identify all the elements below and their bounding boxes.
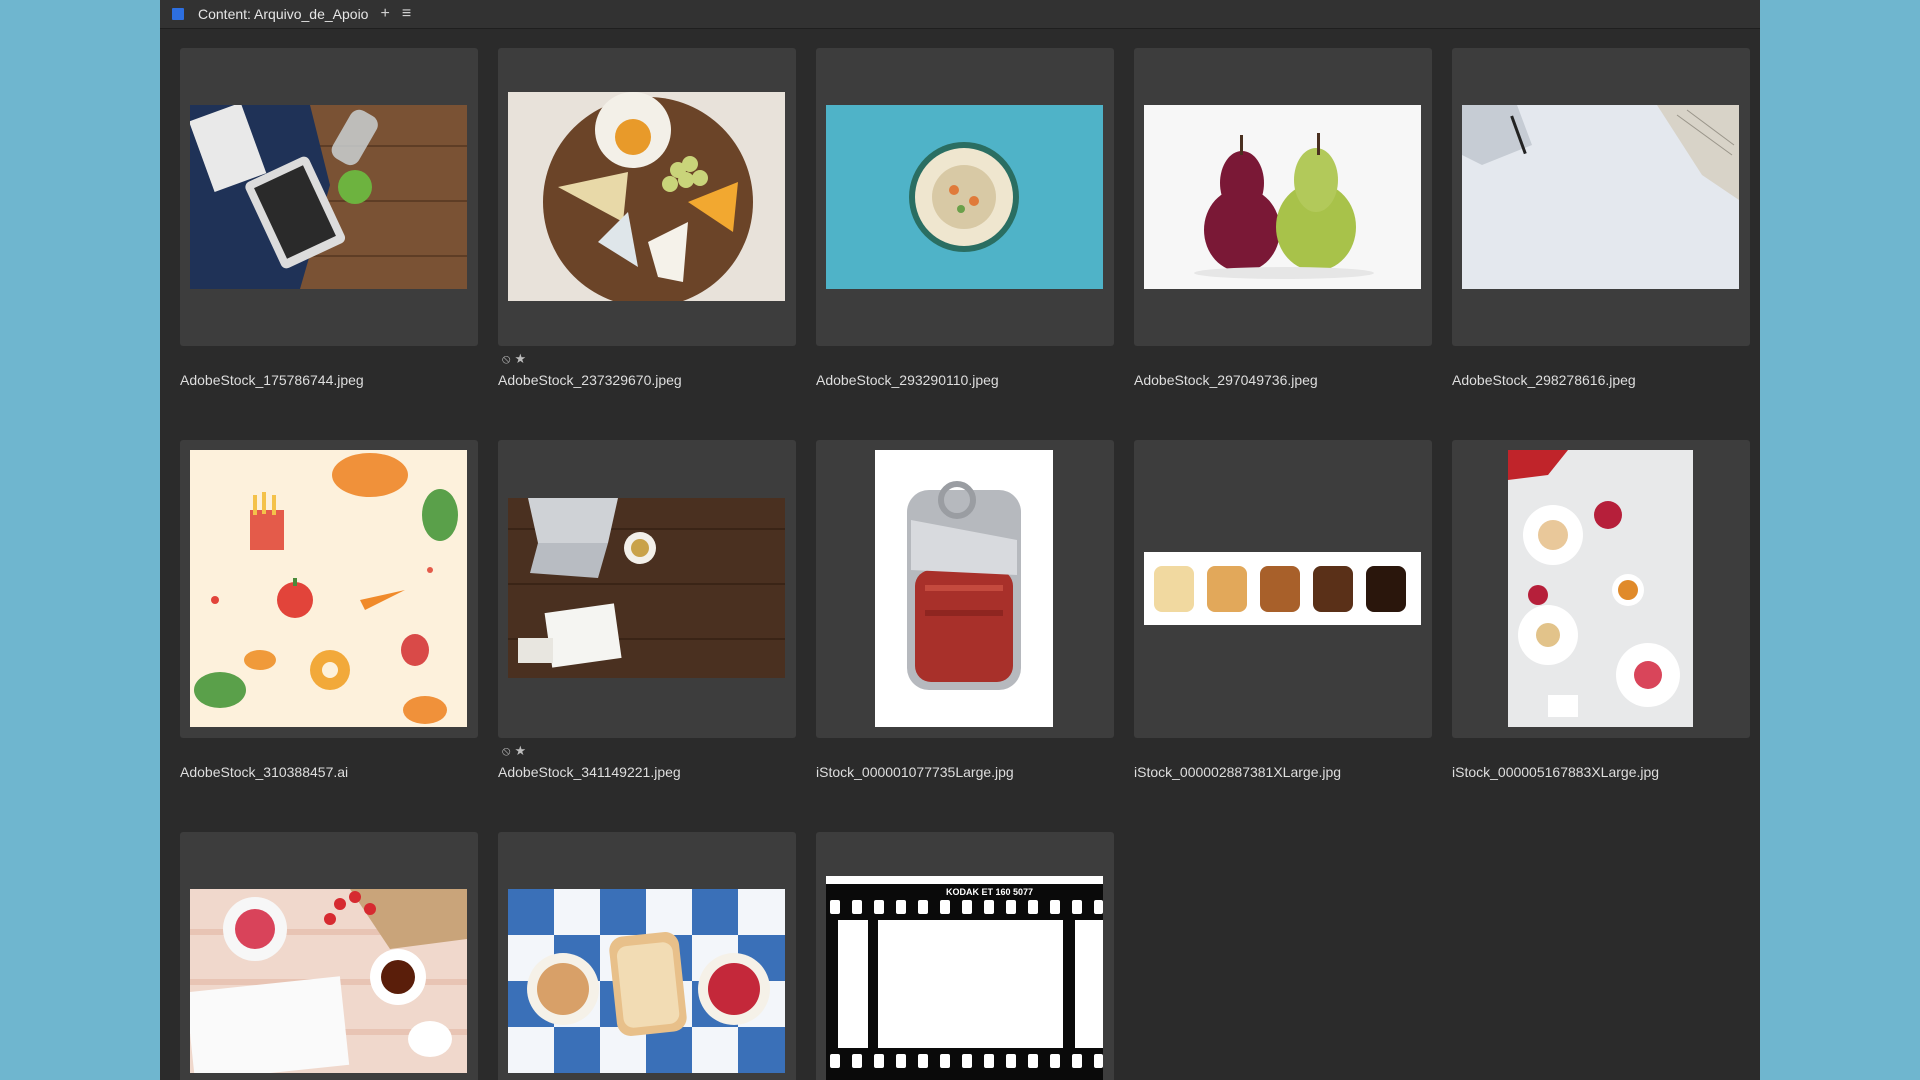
reject-icon[interactable]: ⦸	[502, 744, 510, 757]
hamburger-menu-icon[interactable]: ≡	[402, 6, 411, 22]
thumbnail-card[interactable]: KODAK ET 160 5077	[816, 832, 1114, 1080]
asset-badges: ⦸ ★	[502, 744, 526, 757]
asset-filename[interactable]: AdobeStock_237329670.jpeg	[498, 372, 682, 388]
panel-color-swatch	[172, 8, 184, 20]
thumbnail-card[interactable]	[816, 48, 1114, 346]
thumbnail-image-food-pattern	[190, 450, 467, 727]
asset-filename[interactable]: AdobeStock_175786744.jpeg	[180, 372, 364, 388]
content-panel: Content: Arquivo_de_Apoio + ≡ AdobeStock…	[160, 0, 1760, 1080]
asset-badges: ⦸ ★	[502, 352, 526, 365]
asset-filename[interactable]: iStock_000005167883XLarge.jpg	[1452, 764, 1659, 780]
thumbnail-card[interactable]	[498, 832, 796, 1080]
thumbnail-image-tea-strawberries	[190, 889, 467, 1073]
thumbnail-image-desk-tablet	[190, 105, 467, 289]
plus-icon[interactable]: +	[380, 6, 389, 22]
asset-filename[interactable]: iStock_000002887381XLarge.jpg	[1134, 764, 1341, 780]
thumbnail-grid: AdobeStock_175786744.jpeg ⦸ ★ AdobeStock…	[180, 48, 1760, 1080]
asset-filename[interactable]: AdobeStock_293290110.jpeg	[816, 372, 999, 388]
thumbnail-image-toast-stages	[1144, 552, 1421, 625]
thumbnail-card[interactable]	[1134, 440, 1432, 738]
thumbnail-image-canned-meat	[875, 450, 1053, 727]
reject-icon[interactable]: ⦸	[502, 352, 510, 365]
thumbnail-card[interactable]	[180, 832, 478, 1080]
thumbnail-card[interactable]	[498, 440, 796, 738]
thumbnail-image-cheese-board	[508, 92, 785, 301]
thumbnail-image-desk-notebook	[1462, 105, 1739, 289]
thumbnail-card[interactable]	[1452, 48, 1750, 346]
star-icon[interactable]: ★	[514, 744, 526, 757]
thumbnail-card[interactable]	[180, 48, 478, 346]
thumbnail-image-film-strip: KODAK ET 160 5077	[826, 876, 1103, 1080]
thumbnail-image-breakfast-table	[1508, 450, 1693, 727]
asset-filename[interactable]: AdobeStock_310388457.ai	[180, 764, 348, 780]
star-icon[interactable]: ★	[514, 352, 526, 365]
asset-filename[interactable]: AdobeStock_298278616.jpeg	[1452, 372, 1636, 388]
panel-tab-bar: Content: Arquivo_de_Apoio + ≡	[160, 0, 1760, 29]
thumbnail-image-sandwich-picnic	[508, 889, 785, 1073]
film-edge-text: KODAK ET 160 5077	[946, 887, 1033, 897]
panel-tab-title[interactable]: Content: Arquivo_de_Apoio	[198, 6, 368, 22]
thumbnail-image-laptop-table	[508, 498, 785, 678]
thumbnail-card[interactable]	[1134, 48, 1432, 346]
thumbnail-card[interactable]	[816, 440, 1114, 738]
thumbnail-card[interactable]	[180, 440, 478, 738]
asset-filename[interactable]: iStock_000001077735Large.jpg	[816, 764, 1014, 780]
asset-filename[interactable]: AdobeStock_297049736.jpeg	[1134, 372, 1318, 388]
thumbnail-card[interactable]	[498, 48, 796, 346]
thumbnail-card[interactable]	[1452, 440, 1750, 738]
thumbnail-image-plate-blue	[826, 105, 1103, 289]
asset-filename[interactable]: AdobeStock_341149221.jpeg	[498, 764, 681, 780]
thumbnail-image-pears	[1144, 105, 1421, 289]
